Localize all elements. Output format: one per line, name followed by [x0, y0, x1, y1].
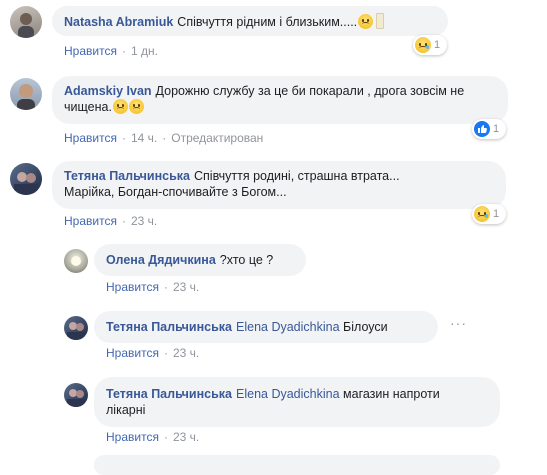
candle-emoji-icon: [376, 13, 385, 29]
comment-bubble: Adamskiy Ivan Дорожню службу за це би пок…: [52, 76, 508, 124]
sad-emoji-icon: [128, 99, 144, 114]
comment-author[interactable]: Тетяна Пальчинська: [64, 169, 190, 183]
more-options-icon[interactable]: ···: [450, 315, 467, 331]
like-link[interactable]: Нравится: [64, 131, 117, 145]
like-reaction-icon: [474, 121, 490, 137]
reply-text-line1: магазин напроти: [343, 387, 440, 401]
avatar[interactable]: [64, 316, 88, 340]
reaction-count: 1: [434, 39, 441, 51]
avatar-photo: [14, 172, 38, 195]
reply-olena: Олена Дядичкина ?хто це ? Нравится · 23 ч.: [0, 240, 547, 300]
comment-text-line2: Марійка, Богдан-спочивайте з Богом...: [64, 185, 287, 199]
reply-actions: Нравится · 23 ч.: [106, 346, 199, 360]
reply-text: Білоуси: [343, 320, 388, 334]
separator: ·: [121, 44, 126, 58]
reply-tetiana-2: Тетяна Пальчинська Elena Dyadichkina мага…: [0, 370, 547, 450]
comment-author[interactable]: Natasha Abramiuk: [64, 15, 173, 29]
sad-emoji-icon: [112, 99, 128, 114]
comment-text-line1: Співчуття родині, страшна втрата...: [194, 169, 400, 183]
reaction-summary[interactable]: 1: [472, 204, 506, 224]
avatar-photo: [67, 389, 85, 407]
reply-author[interactable]: Тетяна Пальчинська: [106, 320, 232, 334]
timestamp[interactable]: 23 ч.: [131, 214, 157, 228]
timestamp[interactable]: 1 дн.: [131, 44, 158, 58]
comment-adamskiy: Adamskiy Ivan Дорожню службу за це би пок…: [0, 70, 547, 155]
separator: ·: [163, 430, 168, 444]
separator: ·: [162, 131, 167, 145]
reaction-summary[interactable]: 1: [413, 35, 447, 55]
reaction-summary[interactable]: 1: [472, 119, 506, 139]
sad-reaction-icon: [474, 206, 490, 222]
avatar-photo: [71, 256, 81, 266]
avatar[interactable]: [10, 163, 42, 195]
avatar-photo: [67, 322, 85, 340]
reply-author[interactable]: Тетяна Пальчинська: [106, 387, 232, 401]
like-link[interactable]: Нравится: [106, 346, 159, 360]
comment-text: Співчуття рідним і близьким.....: [177, 15, 358, 29]
reply-text-line2: лікарні: [106, 403, 146, 417]
avatar[interactable]: [10, 78, 42, 110]
reply-bubble: Олена Дядичкина ?хто це ?: [94, 244, 306, 276]
comment-actions: Нравится · 1 дн.: [64, 44, 158, 58]
avatar[interactable]: [64, 249, 88, 273]
like-link[interactable]: Нравится: [106, 430, 159, 444]
separator: ·: [163, 346, 168, 360]
timestamp[interactable]: 23 ч.: [173, 280, 199, 294]
timestamp[interactable]: 23 ч.: [173, 346, 199, 360]
separator: ·: [121, 131, 126, 145]
reaction-count: 1: [493, 123, 500, 135]
avatar[interactable]: [10, 6, 42, 38]
comment-tetiana: Тетяна Пальчинська Співчуття родині, стра…: [0, 155, 547, 235]
avatar-photo: [18, 13, 34, 38]
avatar[interactable]: [64, 383, 88, 407]
sad-reaction-icon: [415, 37, 431, 53]
mention-link[interactable]: Elena Dyadichkina: [236, 320, 340, 334]
reply-text: ?хто це ?: [219, 253, 274, 267]
next-reply-bubble: [94, 455, 500, 475]
timestamp[interactable]: 23 ч.: [173, 430, 199, 444]
reply-bubble: Тетяна Пальчинська Elena Dyadichkina мага…: [94, 377, 500, 427]
reply-actions: Нравится · 23 ч.: [106, 280, 199, 294]
reply-author[interactable]: Олена Дядичкина: [106, 253, 216, 267]
sad-emoji-icon: [358, 14, 374, 29]
like-link[interactable]: Нравится: [64, 44, 117, 58]
comment-author[interactable]: Adamskiy Ivan: [64, 84, 152, 98]
separator: ·: [121, 214, 126, 228]
comment-bubble: Natasha Abramiuk Співчуття рідним і близь…: [52, 6, 448, 36]
comment-actions: Нравится · 23 ч.: [64, 214, 157, 228]
like-link[interactable]: Нравится: [64, 214, 117, 228]
separator: ·: [163, 280, 168, 294]
mention-link[interactable]: Elena Dyadichkina: [236, 387, 340, 401]
reply-actions: Нравится · 23 ч.: [106, 430, 199, 444]
reply-bubble: Тетяна Пальчинська Elena Dyadichkina Біло…: [94, 311, 438, 343]
reaction-count: 1: [493, 208, 500, 220]
like-link[interactable]: Нравится: [106, 280, 159, 294]
edited-label[interactable]: Отредактирован: [171, 131, 263, 145]
avatar-photo: [17, 84, 35, 110]
reply-tetiana-1: Тетяна Пальчинська Elena Dyadichkina Біло…: [0, 305, 547, 365]
comment-actions: Нравится · 14 ч. · Отредактирован: [64, 131, 263, 145]
timestamp[interactable]: 14 ч.: [131, 131, 157, 145]
comment-natasha: Natasha Abramiuk Співчуття рідним і близь…: [0, 0, 547, 70]
comment-bubble: Тетяна Пальчинська Співчуття родині, стра…: [52, 161, 506, 209]
